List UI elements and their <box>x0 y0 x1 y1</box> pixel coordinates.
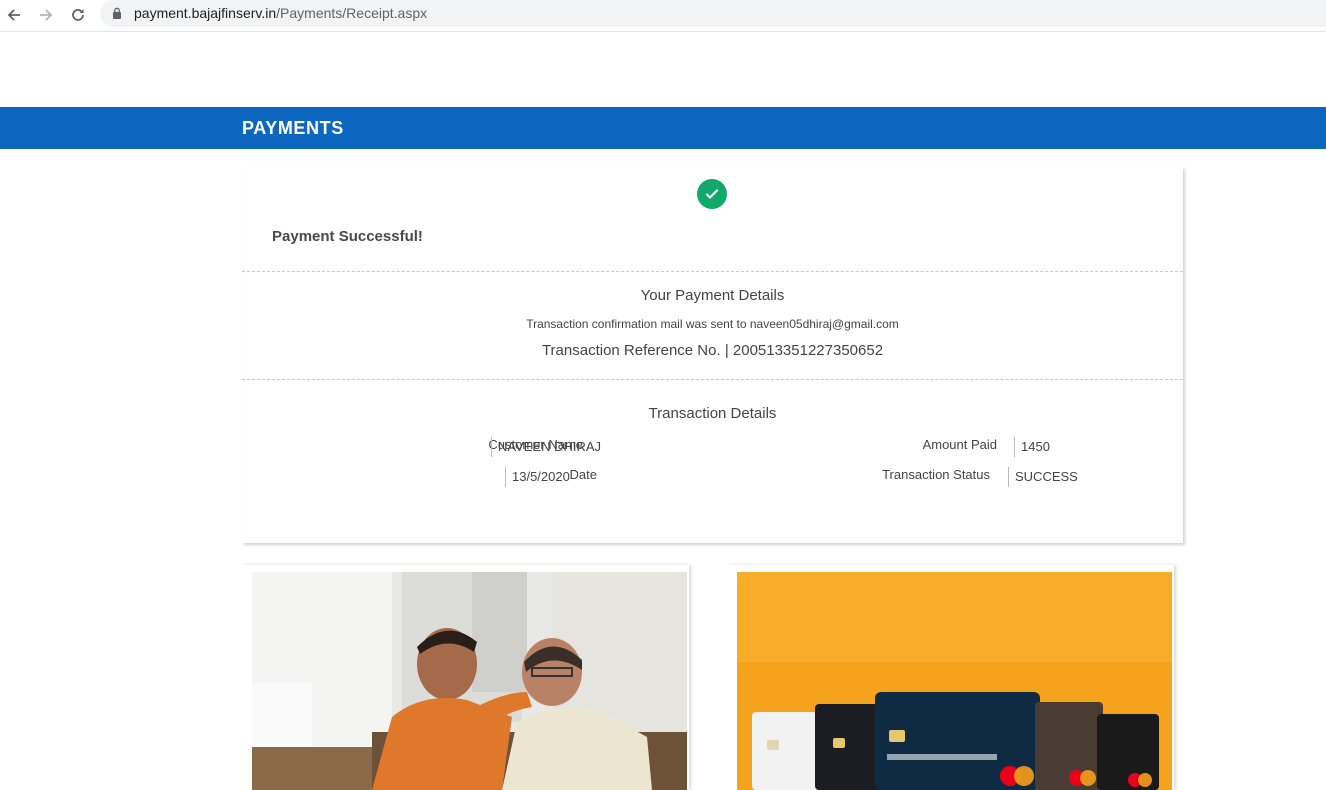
url-text[interactable]: payment.bajajfinserv.in/Payments/Receipt… <box>134 5 427 21</box>
url-host: payment.bajajfinserv.in <box>134 5 277 21</box>
url-path: /Payments/Receipt.aspx <box>276 5 428 21</box>
amount-paid-label: Amount Paid <box>922 437 997 452</box>
amount-paid-value: 1450 <box>1014 437 1050 457</box>
check-circle-icon <box>697 179 727 209</box>
transaction-details-title: Transaction Details <box>648 405 777 422</box>
payment-details-title: Your Payment Details <box>640 287 785 304</box>
transaction-status-value: SUCCESS <box>1008 467 1078 487</box>
status-row: SUCCESS <box>1008 467 1078 487</box>
divider <box>242 271 1183 272</box>
status-label-wrap: Transaction Status <box>882 467 1000 482</box>
amount-row: 1450 <box>1014 437 1050 457</box>
date-row: 13/5/2020 <box>505 467 570 487</box>
reload-icon[interactable] <box>68 5 88 25</box>
father-son-photo[interactable] <box>252 572 687 790</box>
forward-arrow-icon[interactable] <box>36 5 56 25</box>
date-value: 13/5/2020 <box>505 467 570 487</box>
payment-success-message: Payment Successful! <box>272 228 423 245</box>
date-label: Date <box>569 467 597 482</box>
amount-label-wrap: Amount Paid <box>923 437 1007 452</box>
receipt-card: Payment Successful! Your Payment Details… <box>242 167 1183 543</box>
promo-card-right[interactable] <box>727 565 1174 790</box>
customer-name-row: NAVEEN DHIRAJ <box>491 437 601 457</box>
promo-card-left[interactable] <box>242 565 689 790</box>
address-bar[interactable]: payment.bajajfinserv.in/Payments/Receipt… <box>100 0 1326 27</box>
date-label-wrap: Date <box>570 467 607 482</box>
browser-toolbar: payment.bajajfinserv.in/Payments/Receipt… <box>0 0 1326 32</box>
back-arrow-icon[interactable] <box>4 5 24 25</box>
customer-name-value: NAVEEN DHIRAJ <box>491 437 601 457</box>
confirmation-mail-note: Transaction confirmation mail was sent t… <box>526 317 899 331</box>
page-title: PAYMENTS <box>242 118 344 138</box>
lock-icon <box>113 7 121 19</box>
divider <box>242 379 1183 380</box>
transaction-status-label: Transaction Status <box>882 467 990 482</box>
payments-header: PAYMENTS <box>0 107 1326 149</box>
transaction-reference: Transaction Reference No. | 200513351227… <box>541 342 884 359</box>
credit-cards-banner[interactable] <box>737 572 1172 790</box>
